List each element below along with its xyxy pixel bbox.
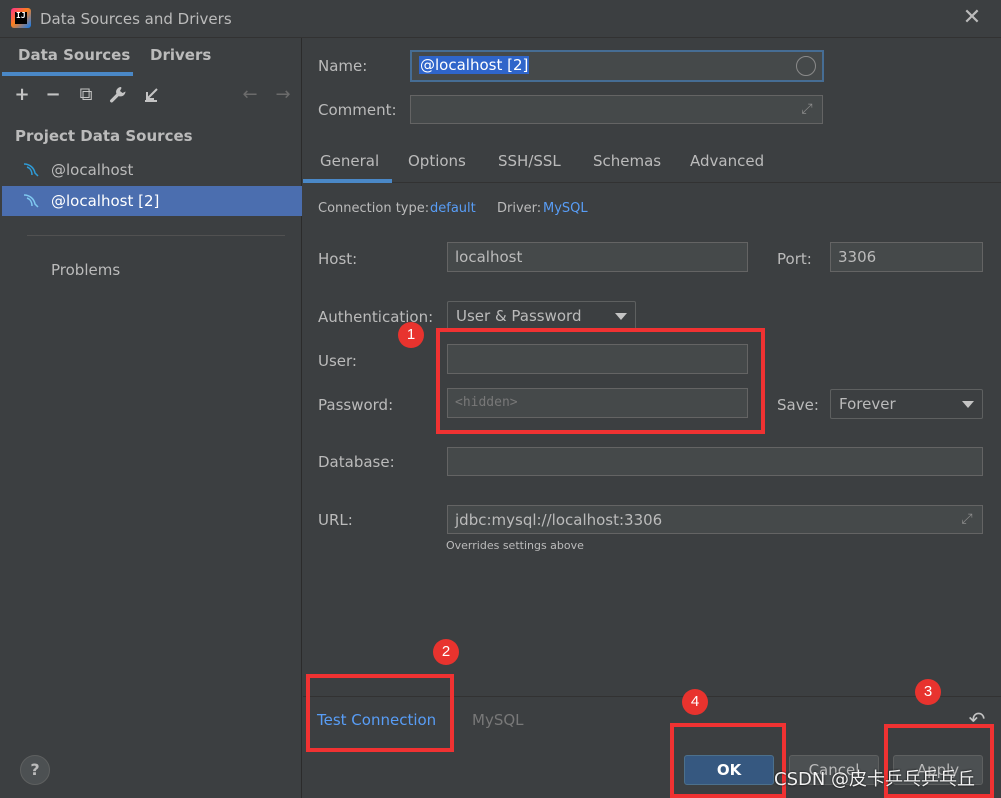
annotation-badge-1: 1 [398, 322, 424, 348]
database-input[interactable] [447, 447, 983, 476]
tab-drivers[interactable]: Drivers [150, 46, 211, 76]
connection-type-link[interactable]: default [430, 201, 476, 216]
name-label: Name: [318, 57, 368, 75]
password-label: Password: [318, 396, 394, 414]
csdn-watermark: CSDN @皮卡乒乓乒乓丘 [774, 769, 976, 790]
mysql-dolphin-icon [23, 194, 39, 208]
tab-schemas[interactable]: Schemas [593, 152, 661, 170]
port-input[interactable]: 3306 [830, 242, 983, 272]
database-label: Database: [318, 453, 395, 471]
remove-icon[interactable]: − [42, 84, 64, 106]
chevron-down-icon [962, 401, 974, 408]
back-arrow-icon[interactable]: ← [239, 84, 261, 106]
user-input[interactable] [447, 344, 748, 374]
datasource-label: @localhost [2] [51, 192, 160, 210]
annotation-badge-4: 4 [682, 689, 708, 715]
tab-data-sources-underline [2, 72, 133, 76]
annotation-badge-2: 2 [433, 639, 459, 665]
window-title: Data Sources and Drivers [40, 10, 232, 28]
driver-link[interactable]: MySQL [543, 201, 588, 216]
save-label: Save: [777, 396, 819, 414]
footer-divider [303, 696, 1001, 697]
password-input[interactable]: <hidden> [447, 388, 748, 418]
datasource-item-localhost[interactable]: @localhost [2, 155, 302, 185]
comment-input[interactable] [410, 95, 823, 124]
tab-advanced[interactable]: Advanced [690, 152, 764, 170]
name-input[interactable]: @localhost [2] [410, 50, 824, 82]
tab-general-underline [303, 179, 392, 183]
save-dropdown[interactable]: Forever [830, 389, 983, 419]
revert-icon[interactable]: ↶ [966, 708, 988, 730]
problems-item[interactable]: Problems [51, 261, 120, 279]
chevron-down-icon [615, 313, 627, 320]
authentication-dropdown[interactable]: User & Password [447, 301, 636, 331]
annotation-badge-3: 3 [915, 679, 941, 705]
url-label: URL: [318, 511, 353, 529]
mysql-dolphin-icon [23, 163, 39, 177]
port-label: Port: [777, 250, 812, 268]
project-data-sources-label: Project Data Sources [15, 127, 193, 145]
left-panel [0, 38, 302, 798]
test-connection-link[interactable]: Test Connection [317, 711, 436, 729]
datasource-label: @localhost [51, 161, 134, 179]
help-button[interactable]: ? [20, 755, 50, 785]
intellij-app-icon: IJ [11, 8, 31, 28]
tabs-divider [303, 182, 1001, 183]
url-input[interactable]: jdbc:mysql://localhost:3306 [447, 505, 983, 534]
driver-label: Driver: [497, 201, 542, 216]
tab-ssh-ssl[interactable]: SSH/SSL [498, 152, 561, 170]
host-label: Host: [318, 250, 358, 268]
host-input[interactable]: localhost [447, 242, 748, 272]
left-divider [27, 235, 285, 236]
forward-arrow-icon[interactable]: → [272, 84, 294, 106]
color-circle-icon[interactable] [796, 56, 816, 76]
add-icon[interactable]: + [11, 84, 33, 106]
wrench-icon[interactable] [107, 84, 129, 106]
import-icon[interactable] [140, 84, 162, 106]
tab-general[interactable]: General [320, 152, 379, 170]
expand-icon[interactable]: ⤢ [958, 510, 976, 528]
driver-footer-link[interactable]: MySQL [472, 711, 524, 729]
datasource-item-localhost-2[interactable]: @localhost [2] [2, 186, 302, 216]
authentication-value: User & Password [456, 307, 582, 325]
name-value: @localhost [2] [419, 56, 530, 74]
url-hint: Overrides settings above [446, 539, 584, 552]
connection-type-label: Connection type: [318, 201, 430, 216]
user-label: User: [318, 352, 357, 370]
comment-label: Comment: [318, 101, 397, 119]
ok-button[interactable]: OK [684, 755, 774, 785]
expand-icon[interactable]: ⤢ [798, 100, 816, 118]
close-icon[interactable]: ✕ [961, 6, 983, 30]
save-value: Forever [839, 395, 896, 413]
tab-options[interactable]: Options [408, 152, 466, 170]
duplicate-icon[interactable]: ⧉ [75, 84, 97, 106]
